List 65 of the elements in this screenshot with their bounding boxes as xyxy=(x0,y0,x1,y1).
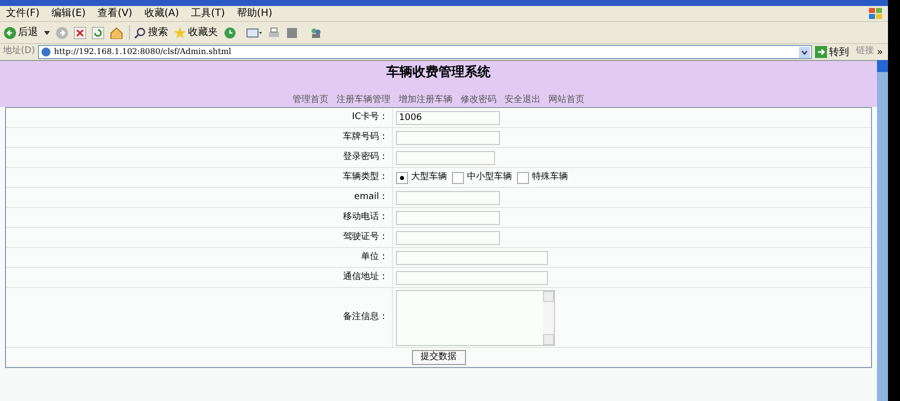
people-icon[interactable] xyxy=(310,26,322,38)
more-chevron[interactable]: » xyxy=(876,44,883,60)
home-icon[interactable] xyxy=(110,26,123,38)
input-field[interactable] xyxy=(396,210,500,224)
input-field[interactable] xyxy=(396,250,548,264)
document-icon[interactable] xyxy=(286,26,298,38)
dropdown-caret-icon[interactable] xyxy=(44,30,50,34)
input-field[interactable] xyxy=(396,230,500,244)
page-icon xyxy=(40,47,51,57)
field-label: IC卡号： xyxy=(6,108,393,127)
menu-item[interactable]: 工具(T) xyxy=(191,6,225,21)
address-label: 地址(D) xyxy=(3,45,35,58)
menu-item[interactable]: 收藏(A) xyxy=(144,6,179,21)
menu-item[interactable]: 查看(V) xyxy=(98,6,132,21)
windows-logo-icon xyxy=(868,6,884,20)
nav-link[interactable]: 安全退出 xyxy=(504,94,540,107)
dropdown-icon[interactable] xyxy=(798,46,810,58)
system-title: 车辆收费管理系统 xyxy=(386,64,490,82)
field-label: 通信地址： xyxy=(6,268,393,287)
input-field[interactable] xyxy=(396,190,500,204)
stop-icon[interactable] xyxy=(74,26,86,38)
field-label: 移动电话： xyxy=(6,208,393,227)
nav-link[interactable]: 管理首页 xyxy=(292,94,328,107)
radio-button[interactable] xyxy=(517,172,529,184)
input-field[interactable] xyxy=(396,130,500,144)
printer-icon[interactable] xyxy=(268,26,280,38)
favorites-button[interactable]: 收藏夹 xyxy=(174,25,218,40)
nav-link[interactable]: 增加注册车辆 xyxy=(398,94,452,107)
field-label: 车牌号码： xyxy=(6,128,393,147)
radio-button[interactable] xyxy=(452,172,464,184)
text-area[interactable] xyxy=(396,290,555,346)
field-label: 登录密码： xyxy=(6,148,393,167)
field-label: 备注信息： xyxy=(6,288,393,347)
go-button[interactable]: 转到 xyxy=(814,44,849,60)
field-label: 车辆类型： xyxy=(6,168,393,187)
nav-link[interactable]: 注册车辆管理 xyxy=(336,94,390,107)
radio-label: 大型车辆 xyxy=(411,170,447,184)
field-label: 驾驶证号： xyxy=(6,228,393,247)
menu-item[interactable]: 文件(F) xyxy=(6,6,40,21)
submit-button[interactable]: 提交数据 xyxy=(412,350,466,365)
field-label: email： xyxy=(6,188,393,207)
scroll-down-button[interactable] xyxy=(543,334,554,344)
forward-arrow-icon[interactable] xyxy=(56,26,68,38)
star-icon xyxy=(174,26,186,38)
scroll-up-button[interactable] xyxy=(543,290,554,302)
radio-label: 特殊车辆 xyxy=(532,170,568,184)
menu-item[interactable]: 编辑(E) xyxy=(52,6,86,21)
mail-icon[interactable] xyxy=(246,26,262,38)
nav-link[interactable]: 修改密码 xyxy=(460,94,496,107)
search-icon xyxy=(134,26,146,38)
field-label: 单位： xyxy=(6,248,393,267)
input-field[interactable]: 1006 xyxy=(396,110,500,124)
menu-item[interactable]: 帮助(H) xyxy=(236,6,272,21)
history-icon[interactable] xyxy=(224,26,236,38)
back-button[interactable]: 后退 xyxy=(4,25,38,40)
nav-link[interactable]: 网站首页 xyxy=(548,94,584,107)
go-arrow-icon xyxy=(814,46,827,58)
address-field[interactable]: http://192.168.1.102:8080/clsf/Admin.shtml xyxy=(38,45,812,59)
back-arrow-icon xyxy=(4,26,16,38)
radio-label: 中小型车辆 xyxy=(467,170,512,184)
radio-button[interactable] xyxy=(396,172,408,184)
search-button[interactable]: 搜索 xyxy=(129,25,168,40)
password-field[interactable] xyxy=(396,150,495,164)
refresh-icon[interactable] xyxy=(92,26,104,38)
input-field[interactable] xyxy=(396,270,548,284)
